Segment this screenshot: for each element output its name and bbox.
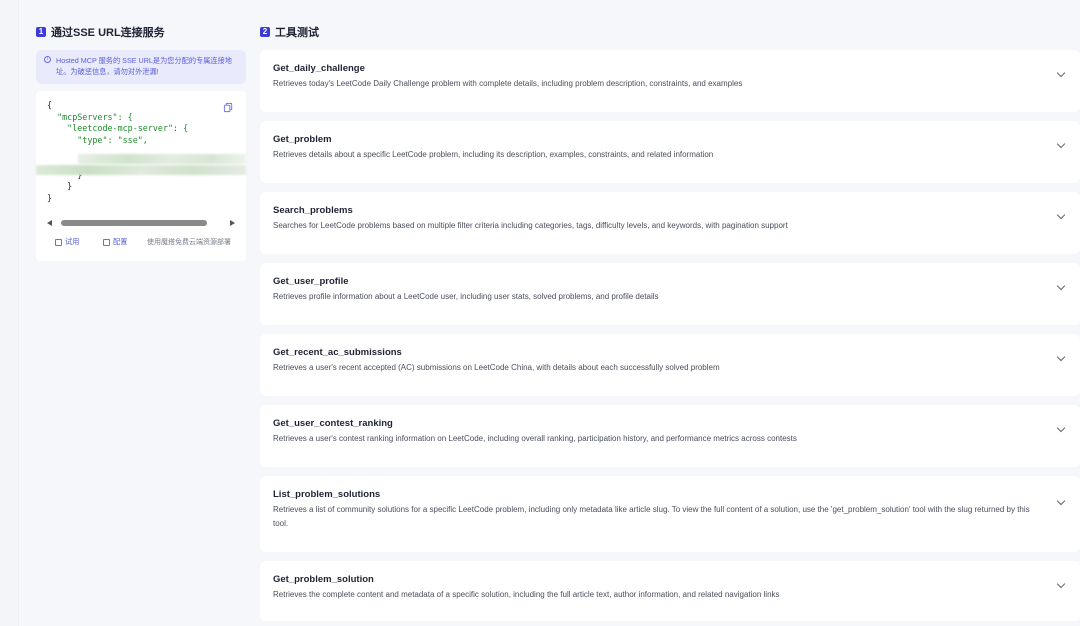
- chevron-down-icon[interactable]: [1056, 579, 1066, 589]
- code-text: { "mcpServers": { "leetcode-mcp-server":…: [47, 100, 189, 203]
- scrollbar-thumb[interactable]: [61, 220, 207, 226]
- chevron-down-icon[interactable]: [1056, 423, 1066, 433]
- config-code-block[interactable]: { "mcpServers": { "leetcode-mcp-server":…: [36, 91, 246, 261]
- scroll-left-icon[interactable]: [47, 220, 52, 226]
- tool-name: Get_problem_solution: [273, 574, 374, 585]
- redacted-url: [78, 154, 246, 164]
- tool-card-get-problem-solution[interactable]: Get_problem_solution Retrieves the compl…: [260, 561, 1080, 621]
- tool-name: Get_recent_ac_submissions: [273, 347, 402, 358]
- deploy-note: 使用魔搭免费云端资源部署: [147, 239, 231, 246]
- tool-name: Search_problems: [273, 205, 353, 216]
- tool-name: Get_user_contest_ranking: [273, 418, 393, 429]
- config-button[interactable]: 配置: [103, 237, 127, 247]
- scroll-right-icon[interactable]: [230, 220, 235, 226]
- step-badge: 1: [36, 27, 46, 37]
- chevron-down-icon[interactable]: [1056, 281, 1066, 291]
- copy-icon[interactable]: [223, 102, 234, 113]
- tool-description: Retrieves a user's recent accepted (AC) …: [273, 363, 720, 372]
- tool-description: Retrieves the complete content and metad…: [273, 590, 780, 599]
- tool-name: Get_problem: [273, 134, 332, 145]
- redacted-url-continued: [36, 165, 246, 175]
- chevron-down-icon[interactable]: [1056, 352, 1066, 362]
- tool-card-get-recent-ac-submissions[interactable]: Get_recent_ac_submissions Retrieves a us…: [260, 334, 1080, 396]
- tool-card-get-user-contest-ranking[interactable]: Get_user_contest_ranking Retrieves a use…: [260, 405, 1080, 467]
- horizontal-scrollbar[interactable]: [47, 219, 235, 227]
- info-notice: i Hosted MCP 服务的 SSE URL是为您分配的专属连接地址。为破惩…: [36, 50, 246, 84]
- tool-description: Retrieves a user's contest ranking infor…: [273, 434, 797, 443]
- tool-description: Retrieves profile information about a Le…: [273, 292, 659, 301]
- tool-name: List_problem_solutions: [273, 489, 381, 500]
- section-title: 通过SSE URL连接服务: [51, 27, 165, 39]
- tool-card-search-problems[interactable]: Search_problems Searches for LeetCode pr…: [260, 192, 1080, 254]
- code-actions: 试用 配置 使用魔搭免费云端资源部署: [47, 237, 239, 249]
- tool-card-get-daily-challenge[interactable]: Get_daily_challenge Retrieves today's Le…: [260, 50, 1080, 112]
- section-title: 工具测试: [275, 27, 319, 39]
- chevron-down-icon[interactable]: [1056, 496, 1066, 506]
- tool-name: Get_user_profile: [273, 276, 349, 287]
- try-label: 试用: [65, 237, 80, 246]
- config-label: 配置: [113, 237, 128, 246]
- sse-connection-panel: 1 通过SSE URL连接服务 i Hosted MCP 服务的 SSE URL…: [36, 24, 246, 261]
- notice-text: Hosted MCP 服务的 SSE URL是为您分配的专属连接地址。为破惩信息…: [56, 56, 232, 76]
- tool-description: Retrieves today's LeetCode Daily Challen…: [273, 79, 743, 88]
- tool-card-get-problem[interactable]: Get_problem Retrieves details about a sp…: [260, 121, 1080, 183]
- section-header-sse: 1 通过SSE URL连接服务: [36, 24, 246, 40]
- flask-icon: [55, 238, 62, 246]
- try-button[interactable]: 试用: [55, 237, 79, 247]
- tool-card-list-problem-solutions[interactable]: List_problem_solutions Retrieves a list …: [260, 476, 1080, 552]
- edit-icon: [103, 238, 110, 246]
- step-badge: 2: [260, 27, 270, 37]
- tool-description: Searches for LeetCode problems based on …: [273, 221, 788, 230]
- chevron-down-icon[interactable]: [1056, 139, 1066, 149]
- section-header-tools: 2 工具测试: [260, 24, 319, 40]
- tool-description: Retrieves details about a specific LeetC…: [273, 150, 714, 159]
- tool-name: Get_daily_challenge: [273, 63, 365, 74]
- chevron-down-icon[interactable]: [1056, 68, 1066, 78]
- tool-list: Get_daily_challenge Retrieves today's Le…: [260, 50, 1080, 626]
- info-icon: i: [44, 56, 51, 63]
- tool-description: Retrieves a list of community solutions …: [273, 505, 1030, 528]
- tool-card-get-user-profile[interactable]: Get_user_profile Retrieves profile infor…: [260, 263, 1080, 325]
- chevron-down-icon[interactable]: [1056, 210, 1066, 220]
